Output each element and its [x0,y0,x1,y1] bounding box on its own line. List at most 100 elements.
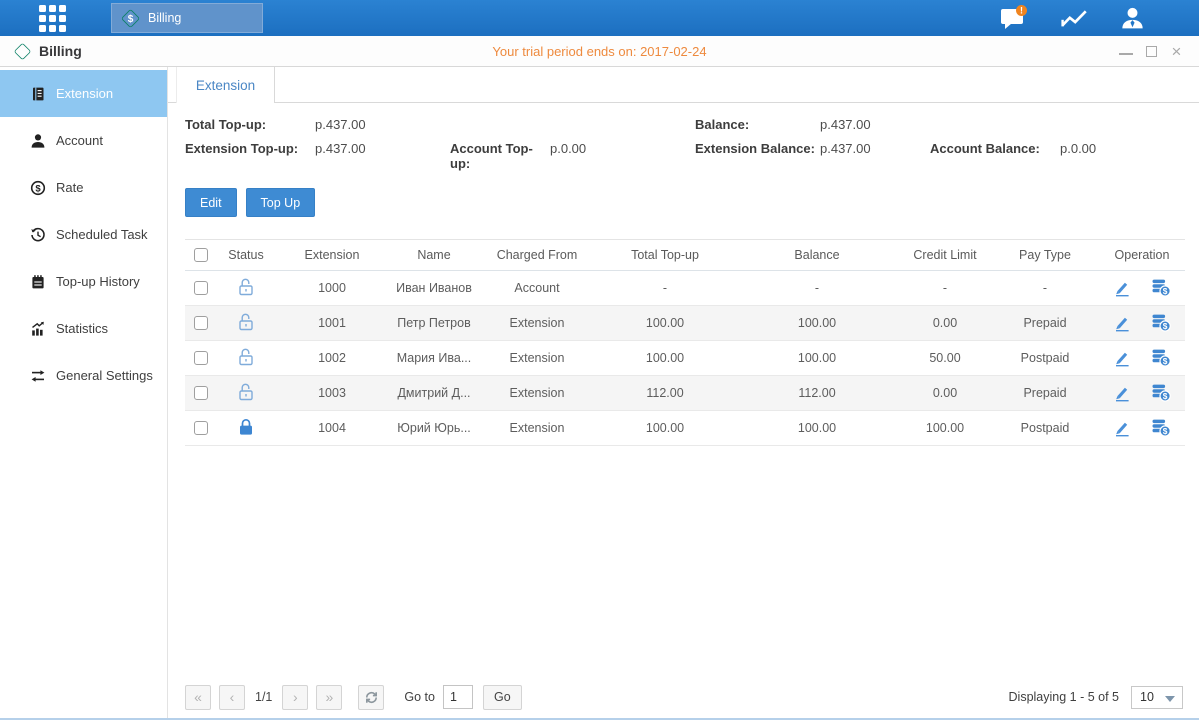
extension-balance-label: Extension Balance: [695,141,820,171]
pagination-bar: « ‹ 1/1 › » Go to Go Displaying 1 - 5 of… [168,680,1199,718]
col-charged-from: Charged From [479,240,595,271]
row-checkbox[interactable] [194,421,208,435]
sidebar-item-account[interactable]: Account [0,117,167,164]
account-balance-value: p.0.00 [1060,141,1199,171]
cell-balance: 100.00 [735,411,899,446]
sidebar-item-rate[interactable]: $ Rate [0,164,167,211]
extension-topup-value: p.437.00 [315,141,450,171]
chevron-down-icon [1165,696,1175,702]
main-content: Extension Total Top-up: p.437.00 Balance… [168,67,1199,718]
cell-name: Юрий Юрь... [389,411,479,446]
edit-row-icon[interactable] [1113,314,1131,332]
cell-charged-from: Extension [479,306,595,341]
row-checkbox[interactable] [194,281,208,295]
top-up-row-icon[interactable] [1151,382,1171,402]
app-launcher-grid-icon[interactable] [37,3,67,33]
lock-unlocked-icon[interactable] [237,277,255,297]
edit-row-icon[interactable] [1113,384,1131,402]
select-all-checkbox[interactable] [194,248,208,262]
cell-charged-from: Extension [479,411,595,446]
top-up-row-icon[interactable] [1151,347,1171,367]
cell-credit-limit: 50.00 [899,341,991,376]
table-row: 1000 Иван Иванов Account - - - - [185,271,1185,306]
dollar-circle-icon: $ [30,180,46,196]
cell-pay-type: - [991,271,1099,306]
cell-credit-limit: - [899,271,991,306]
cell-total-topup: 100.00 [595,341,735,376]
sidebar: Extension Account $ Rate [0,67,168,718]
top-up-row-icon[interactable] [1151,417,1171,437]
sidebar-item-topup-history[interactable]: Top-up History [0,258,167,305]
sidebar-item-label: Statistics [56,321,108,336]
table-row: 1001 Петр Петров Extension 100.00 100.00… [185,306,1185,341]
last-page-button[interactable]: » [316,685,342,710]
minimize-button[interactable] [1119,47,1133,55]
balance-label: Balance: [695,117,820,132]
notifications-chat-icon[interactable]: ! [1000,5,1029,31]
cell-total-topup: 112.00 [595,376,735,411]
col-extension: Extension [275,240,389,271]
clock-icon [30,227,46,243]
goto-label: Go to [404,690,435,704]
row-checkbox[interactable] [194,386,208,400]
sidebar-item-label: General Settings [56,368,153,383]
lock-unlocked-icon[interactable] [237,347,255,367]
edit-button[interactable]: Edit [185,188,237,217]
edit-row-icon[interactable] [1113,349,1131,367]
go-button[interactable]: Go [483,685,522,710]
cell-pay-type: Prepaid [991,306,1099,341]
col-operation: Operation [1099,240,1185,271]
cell-total-topup: 100.00 [595,411,735,446]
page-indicator: 1/1 [255,690,272,704]
col-status: Status [217,240,275,271]
first-page-button[interactable]: « [185,685,211,710]
top-up-button[interactable]: Top Up [246,188,316,217]
person-icon [30,133,46,149]
goto-page-input[interactable] [443,685,473,709]
row-checkbox[interactable] [194,351,208,365]
account-balance-label: Account Balance: [930,141,1060,171]
tab-extension[interactable]: Extension [176,67,275,103]
sidebar-item-general-settings[interactable]: General Settings [0,352,167,399]
sidebar-item-label: Scheduled Task [56,227,148,242]
billing-app-window: Billing ! [0,0,1199,720]
edit-row-icon[interactable] [1113,279,1131,297]
extensions-table: Status Extension Name Charged From Total… [185,239,1185,446]
maximize-button[interactable] [1146,46,1157,57]
page-size-select[interactable]: 10 [1131,686,1183,709]
window-titlebar: Billing Your trial period ends on: 2017-… [0,36,1199,67]
lock-unlocked-icon[interactable] [237,312,255,332]
lock-locked-icon[interactable] [237,417,255,437]
taskbar-billing-tab[interactable]: Billing [111,3,263,33]
sidebar-item-label: Account [56,133,103,148]
col-credit-limit: Credit Limit [899,240,991,271]
action-buttons: Edit Top Up [168,171,1199,217]
cell-name: Дмитрий Д... [389,376,479,411]
prev-page-button[interactable]: ‹ [219,685,245,710]
next-page-button[interactable]: › [282,685,308,710]
col-total-topup: Total Top-up [595,240,735,271]
sidebar-item-statistics[interactable]: Statistics [0,305,167,352]
cell-extension: 1000 [275,271,389,306]
close-button[interactable]: × [1170,45,1183,58]
lock-unlocked-icon[interactable] [237,382,255,402]
account-topup-value: p.0.00 [550,141,695,171]
user-account-icon[interactable] [1119,5,1146,32]
trial-notice: Your trial period ends on: 2017-02-24 [0,44,1199,59]
cell-pay-type: Prepaid [991,376,1099,411]
row-checkbox[interactable] [194,316,208,330]
top-up-row-icon[interactable] [1151,277,1171,297]
cell-balance: 100.00 [735,306,899,341]
billing-summary: Total Top-up: p.437.00 Balance: p.437.00… [168,103,1199,171]
svg-text:!: ! [1020,6,1023,16]
edit-row-icon[interactable] [1113,419,1131,437]
col-pay-type: Pay Type [991,240,1099,271]
sidebar-item-extension[interactable]: Extension [0,70,167,117]
total-topup-label: Total Top-up: [185,117,315,132]
cell-name: Мария Ива... [389,341,479,376]
refresh-button[interactable] [358,685,384,710]
top-up-row-icon[interactable] [1151,312,1171,332]
sidebar-item-scheduled-task[interactable]: Scheduled Task [0,211,167,258]
statistics-chart-icon[interactable] [1059,6,1089,30]
col-balance: Balance [735,240,899,271]
